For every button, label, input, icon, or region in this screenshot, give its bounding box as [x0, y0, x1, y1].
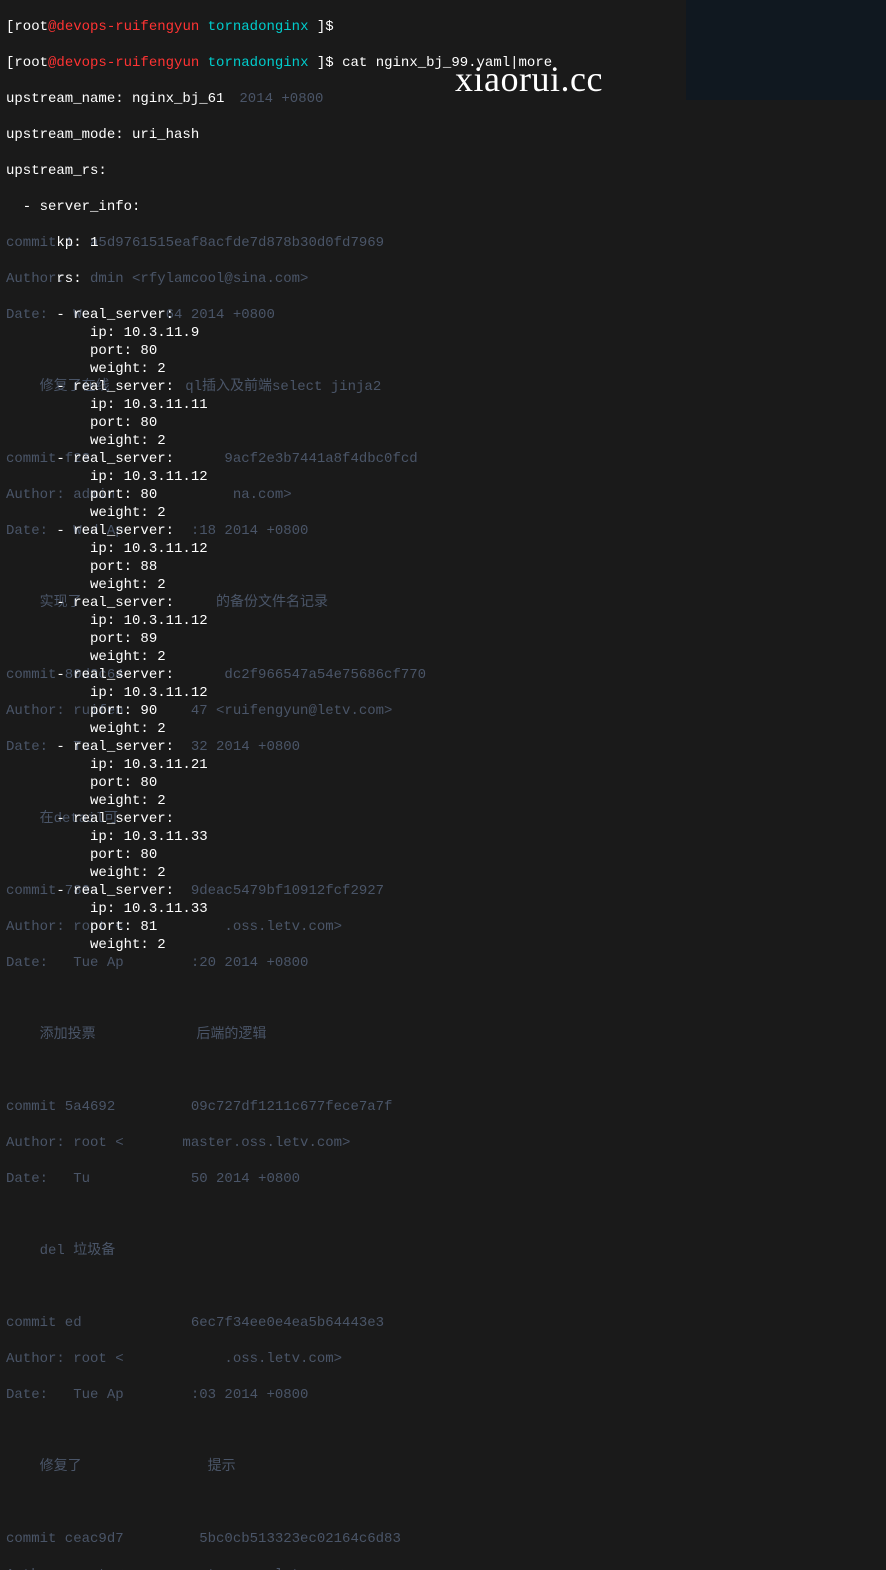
yaml-server-7-rs: - real_server:: [6, 810, 880, 828]
yaml-server-8-rs: - real_server:: [6, 882, 880, 900]
yaml-server-info: - server_info:: [6, 198, 880, 216]
yaml-server-3-port: port: 88: [6, 558, 880, 576]
yaml-upstream-rs: upstream_rs:: [6, 162, 880, 180]
yaml-rs: rs:: [6, 270, 880, 288]
yaml-server-7-weight: weight: 2: [6, 864, 880, 882]
yaml-server-8-ip: ip: 10.3.11.33: [6, 900, 880, 918]
yaml-server-5-weight: weight: 2: [6, 720, 880, 738]
yaml-server-8-port: port: 81: [6, 918, 880, 936]
yaml-server-2-rs: - real_server:: [6, 450, 880, 468]
yaml-server-1-weight: weight: 2: [6, 432, 880, 450]
prompt-line-1[interactable]: [root@devops-ruifengyun tornadonginx ]$: [6, 18, 880, 36]
yaml-server-1-ip: ip: 10.3.11.11: [6, 396, 880, 414]
yaml-server-3-ip: ip: 10.3.11.12: [6, 540, 880, 558]
yaml-server-4-port: port: 89: [6, 630, 880, 648]
yaml-server-5-port: port: 90: [6, 702, 880, 720]
yaml-server-2-port: port: 80: [6, 486, 880, 504]
yaml-server-4-weight: weight: 2: [6, 648, 880, 666]
yaml-server-3-weight: weight: 2: [6, 576, 880, 594]
yaml-server-7-ip: ip: 10.3.11.33: [6, 828, 880, 846]
yaml-server-5-rs: - real_server:: [6, 666, 880, 684]
yaml-server-6-weight: weight: 2: [6, 792, 880, 810]
yaml-kp: kp: 1: [6, 234, 880, 252]
watermark-text: xiaorui.cc: [455, 70, 603, 88]
yaml-server-8-weight: weight: 2: [6, 936, 880, 954]
yaml-server-6-port: port: 80: [6, 774, 880, 792]
yaml-server-3-rs: - real_server:: [6, 522, 880, 540]
yaml-server-0-port: port: 80: [6, 342, 880, 360]
yaml-server-4-ip: ip: 10.3.11.12: [6, 612, 880, 630]
yaml-server-6-ip: ip: 10.3.11.21: [6, 756, 880, 774]
yaml-server-1-port: port: 80: [6, 414, 880, 432]
yaml-server-2-ip: ip: 10.3.11.12: [6, 468, 880, 486]
yaml-server-0-rs: - real_server:: [6, 306, 880, 324]
yaml-server-6-rs: - real_server:: [6, 738, 880, 756]
prompt-line-2[interactable]: [root@devops-ruifengyun tornadonginx ]$ …: [6, 54, 880, 72]
yaml-server-1-rs: - real_server:: [6, 378, 880, 396]
yaml-server-5-ip: ip: 10.3.11.12: [6, 684, 880, 702]
yaml-upstream-mode: upstream_mode: uri_hash: [6, 126, 880, 144]
yaml-server-4-rs: - real_server:: [6, 594, 880, 612]
yaml-server-2-weight: weight: 2: [6, 504, 880, 522]
yaml-upstream-name: upstream_name: nginx_bj_61: [6, 90, 880, 108]
yaml-server-0-weight: weight: 2: [6, 360, 880, 378]
yaml-server-7-port: port: 80: [6, 846, 880, 864]
terminal-output: [root@devops-ruifengyun tornadonginx ]$ …: [0, 0, 886, 972]
yaml-server-0-ip: ip: 10.3.11.9: [6, 324, 880, 342]
